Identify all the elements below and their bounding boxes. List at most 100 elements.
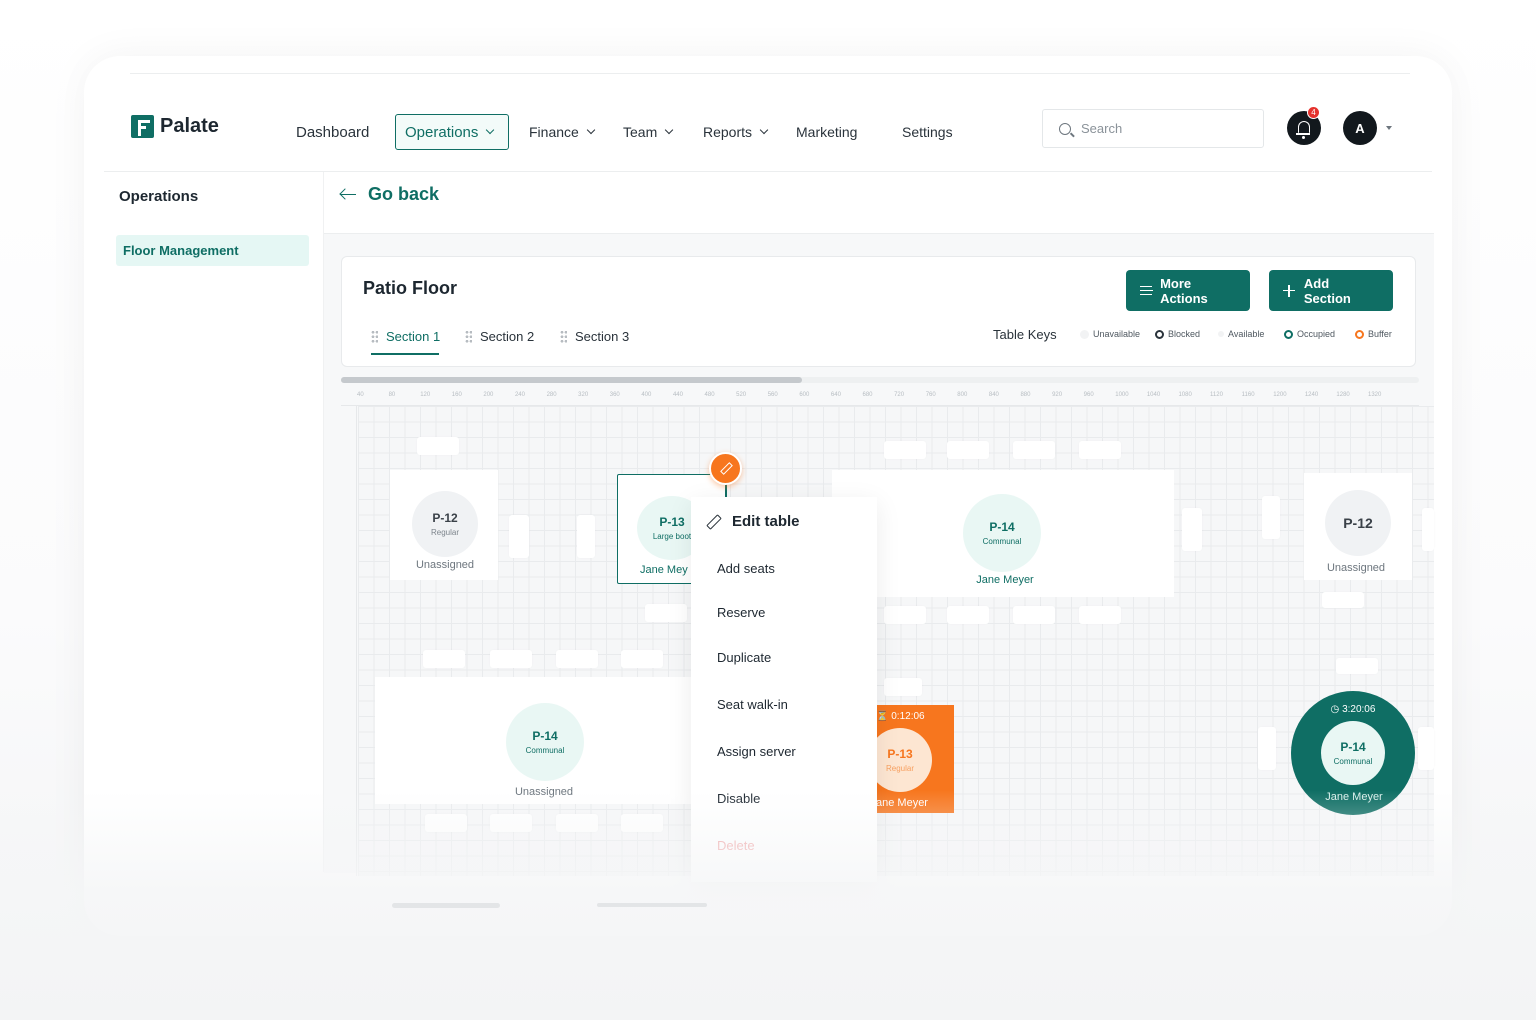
drag-handle-icon[interactable] (371, 329, 378, 343)
ruler-tick: 280 (546, 392, 557, 398)
add-section-label: Add Section (1303, 275, 1351, 306)
ruler-tick: 960 (1083, 392, 1094, 398)
bottom-scrollbar-left[interactable] (392, 903, 500, 908)
edit-table-button[interactable] (709, 452, 742, 485)
ruler-tick: 1120 (1210, 392, 1223, 398)
seat[interactable] (1013, 606, 1055, 624)
seat[interactable] (1418, 727, 1434, 770)
seat[interactable] (509, 515, 529, 558)
seat[interactable] (1422, 508, 1434, 551)
caret-down-icon[interactable] (1386, 126, 1392, 130)
seat[interactable] (947, 441, 989, 459)
ruler-tick: 840 (988, 392, 999, 398)
ruler-tick: 560 (767, 392, 778, 398)
menu-item-add-seats[interactable]: Add seats (717, 561, 775, 576)
nav-team[interactable]: Team (623, 114, 674, 150)
tab-section-3[interactable]: Section 3 (560, 326, 629, 346)
chevron-down-icon (586, 125, 596, 135)
table-code: P-12 (1343, 515, 1373, 531)
table-p14-bottom-seat[interactable]: P-14 Communal (506, 703, 584, 781)
search-input[interactable] (1081, 121, 1241, 136)
nav-operations-label: Operations (405, 123, 479, 141)
ruler-tick: 200 (483, 392, 494, 398)
go-back-link[interactable]: Go back (340, 184, 439, 205)
horizontal-scrollbar-thumb[interactable] (341, 377, 802, 383)
seat[interactable] (556, 650, 598, 668)
user-avatar[interactable]: A (1343, 111, 1377, 145)
key-buffer: Buffer (1355, 329, 1392, 339)
seat[interactable] (621, 650, 663, 668)
table-type: Regular (430, 528, 459, 537)
seat[interactable] (1182, 508, 1202, 551)
menu-item-assign-server[interactable]: Assign server (717, 744, 796, 759)
seat[interactable] (490, 814, 532, 832)
seat[interactable] (1258, 727, 1276, 770)
seat[interactable] (556, 814, 598, 832)
menu-item-edit-table[interactable]: Edit table (706, 513, 800, 530)
blocked-dot-icon (1155, 329, 1164, 339)
seat[interactable] (1262, 496, 1280, 539)
ruler-tick: 160 (451, 392, 462, 398)
table-p14-top-seat[interactable]: P-14 Communal (963, 494, 1041, 572)
table-status: ane Meyer (876, 797, 928, 809)
ruler-tick: 240 (514, 392, 525, 398)
bottom-scrollbar-right[interactable] (597, 903, 707, 907)
table-p13-buffer-seat[interactable]: P-13 Regular (868, 728, 932, 792)
seat[interactable] (884, 678, 922, 696)
pencil-icon (721, 464, 730, 473)
seat[interactable] (884, 606, 926, 624)
seat[interactable] (621, 814, 663, 832)
more-actions-button[interactable]: More Actions (1126, 270, 1250, 311)
add-section-button[interactable]: Add Section (1269, 270, 1393, 311)
drag-handle-icon[interactable] (465, 329, 472, 343)
seat[interactable] (645, 604, 687, 622)
ruler-tick: 920 (1052, 392, 1063, 398)
nav-operations[interactable]: Operations (395, 114, 509, 150)
ruler-tick: 80 (388, 392, 396, 398)
brand-logo[interactable]: Palate (131, 113, 219, 139)
ruler-tick: 400 (641, 392, 652, 398)
seat[interactable] (1079, 606, 1121, 624)
ruler-tick: 40 (357, 392, 364, 398)
timer-value: 0:12:06 (891, 711, 925, 722)
menu-item-seat-walk-in[interactable]: Seat walk-in (717, 697, 788, 712)
plus-icon (1283, 284, 1295, 297)
ruler-tick: 360 (609, 392, 620, 398)
seat[interactable] (1322, 592, 1364, 608)
ruler-tick: 480 (704, 392, 715, 398)
seat[interactable] (1336, 658, 1378, 674)
table-p12-right-seat[interactable]: P-12 (1325, 490, 1391, 556)
seat[interactable] (947, 606, 989, 624)
edit-connector-line (725, 485, 727, 497)
chevron-down-icon (486, 125, 495, 135)
arrow-left-icon (340, 189, 356, 201)
seat[interactable] (577, 515, 595, 558)
nav-dashboard[interactable]: Dashboard (296, 114, 369, 150)
menu-item-duplicate[interactable]: Duplicate (717, 650, 771, 665)
seat[interactable] (423, 650, 465, 668)
sidebar-item-floor-management[interactable]: Floor Management (116, 235, 309, 266)
menu-item-delete[interactable]: Delete (717, 838, 755, 853)
seat[interactable] (425, 814, 467, 832)
nav-settings[interactable]: Settings (902, 114, 953, 150)
tab-section-2[interactable]: Section 2 (465, 326, 534, 346)
menu-item-disable[interactable]: Disable (717, 791, 760, 806)
seat[interactable] (1013, 441, 1055, 459)
table-keys-label: Table Keys (993, 327, 1057, 342)
tab-section-1[interactable]: Section 1 (371, 326, 440, 346)
seat[interactable] (1079, 441, 1121, 459)
nav-finance[interactable]: Finance (529, 114, 596, 150)
chevron-down-icon (664, 125, 674, 135)
menu-item-reserve[interactable]: Reserve (717, 605, 765, 620)
ruler-tick: 1160 (1241, 392, 1255, 398)
table-code: P-14 (532, 729, 558, 743)
table-p12-left-seat[interactable]: P-12 Regular (412, 491, 478, 557)
table-p14-occupied-seat[interactable]: P-14 Communal (1321, 721, 1385, 785)
seat[interactable] (417, 437, 459, 455)
nav-marketing[interactable]: Marketing (796, 114, 857, 150)
seat[interactable] (490, 650, 532, 668)
drag-handle-icon[interactable] (560, 329, 567, 343)
seat[interactable] (884, 441, 926, 459)
key-label: Blocked (1168, 329, 1201, 339)
nav-reports[interactable]: Reports (703, 114, 769, 150)
